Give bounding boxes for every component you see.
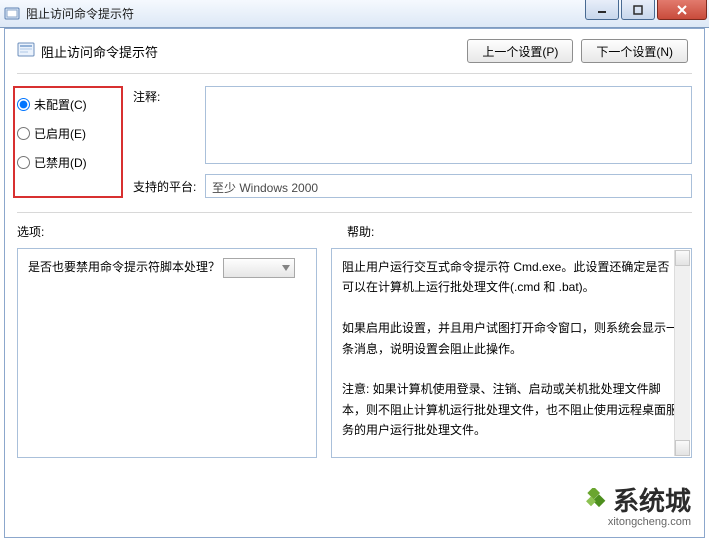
scroll-up-button[interactable] <box>675 250 690 266</box>
radio-disabled-input[interactable] <box>17 156 30 169</box>
options-combobox[interactable] <box>223 258 295 278</box>
radio-enabled[interactable]: 已启用(E) <box>17 125 119 142</box>
policy-title: 阻止访问命令提示符 <box>41 42 158 61</box>
state-radio-group: 未配置(C) 已启用(E) 已禁用(D) <box>13 86 123 198</box>
watermark-text: 系统城 <box>613 481 691 518</box>
radio-enabled-label: 已启用(E) <box>34 125 86 142</box>
minimize-button[interactable] <box>585 0 619 20</box>
help-scrollbar[interactable] <box>674 250 690 456</box>
help-section-label: 帮助: <box>347 223 374 240</box>
comment-textarea[interactable] <box>205 86 692 164</box>
scroll-down-button[interactable] <box>675 440 690 456</box>
watermark: 系统城 xitongcheng.com <box>583 481 691 528</box>
next-setting-button[interactable]: 下一个设置(N) <box>581 39 688 63</box>
platform-label: 支持的平台: <box>133 178 205 195</box>
radio-enabled-input[interactable] <box>17 127 30 140</box>
watermark-logo-icon <box>583 488 607 512</box>
maximize-button[interactable] <box>621 0 655 20</box>
options-question: 是否也要禁用命令提示符脚本处理？ <box>28 260 220 274</box>
policy-icon <box>17 41 35 62</box>
radio-disabled-label: 已禁用(D) <box>34 154 87 171</box>
help-paragraph-2: 如果启用此设置，并且用户试图打开命令窗口，则系统会显示一条消息，说明设置会阻止此… <box>342 318 681 359</box>
help-paragraph-3: 注意: 如果计算机使用登录、注销、启动或关机批处理文件脚本，则不阻止计算机运行批… <box>342 379 681 440</box>
prev-setting-button[interactable]: 上一个设置(P) <box>467 39 573 63</box>
radio-not-configured[interactable]: 未配置(C) <box>17 96 119 113</box>
separator <box>17 73 692 74</box>
watermark-url: xitongcheng.com <box>583 516 691 528</box>
radio-not-configured-input[interactable] <box>17 98 30 111</box>
help-paragraph-1: 阻止用户运行交互式命令提示符 Cmd.exe。此设置还确定是否可以在计算机上运行… <box>342 257 681 298</box>
client-area: 阻止访问命令提示符 上一个设置(P) 下一个设置(N) 未配置(C) 已启用(E… <box>4 28 705 538</box>
close-button[interactable] <box>657 0 707 20</box>
separator-2 <box>17 212 692 213</box>
help-panel: 阻止用户运行交互式命令提示符 Cmd.exe。此设置还确定是否可以在计算机上运行… <box>331 248 692 458</box>
radio-not-configured-label: 未配置(C) <box>34 96 87 113</box>
radio-disabled[interactable]: 已禁用(D) <box>17 154 119 171</box>
title-bar: 阻止访问命令提示符 <box>0 0 709 28</box>
app-icon <box>4 6 20 22</box>
window-title: 阻止访问命令提示符 <box>26 5 134 22</box>
options-section-label: 选项: <box>17 223 347 240</box>
platform-value: 至少 Windows 2000 <box>205 174 692 198</box>
comment-label: 注释: <box>133 86 205 164</box>
options-panel: 是否也要禁用命令提示符脚本处理？ <box>17 248 317 458</box>
